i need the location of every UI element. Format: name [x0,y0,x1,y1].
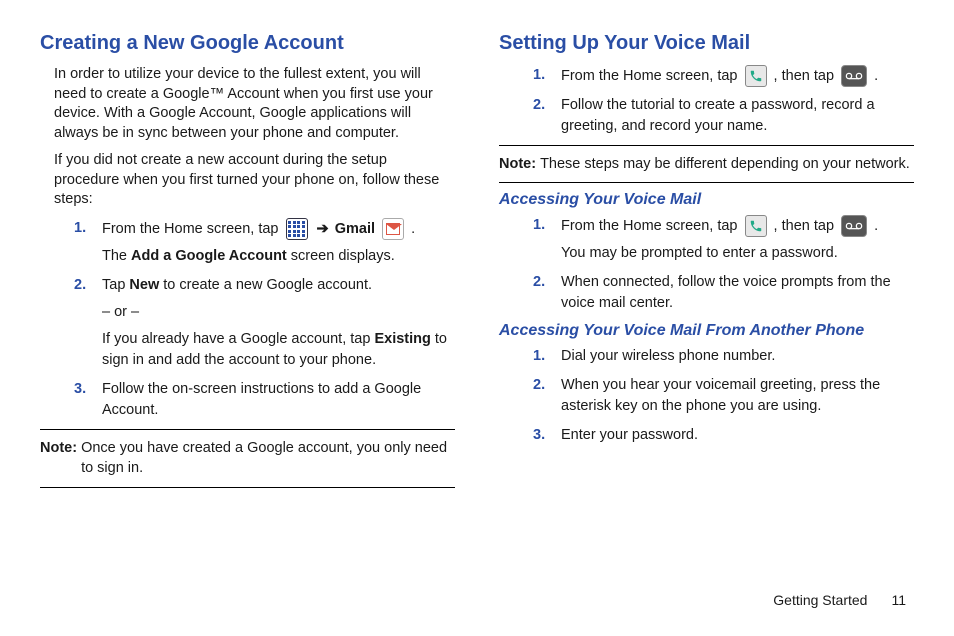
sub-bold: Add a Google Account [131,248,287,264]
arrow-icon: ➔ [317,221,329,237]
step-text: Follow the tutorial to create a password… [561,95,914,137]
phone-icon [745,65,767,87]
sub-text: The [102,248,131,264]
left-column: Creating a New Google Account In order t… [40,32,455,496]
note-create-account: Note: Once you have created a Google acc… [40,438,455,479]
note-label: Note: [40,438,77,479]
step-2: 2. Tap New to create a new Google accoun… [74,275,455,371]
intro-paragraph-2: If you did not create a new account duri… [54,151,455,210]
voicemail-setup-steps: 1. From the Home screen, tap , then tap … [533,65,914,137]
step-text: When connected, follow the voice prompts… [561,272,914,314]
note-label: Note: [499,154,536,174]
step-number: 2. [533,375,557,417]
step-number: 1. [74,218,98,267]
divider [499,145,914,146]
create-account-steps: 1. From the Home screen, tap ➔ Gmail [74,218,455,421]
step-text: When you hear your voicemail greeting, p… [561,375,914,417]
access-vm-steps: 1. From the Home screen, tap , then tap … [533,215,914,314]
step-number: 2. [533,95,557,137]
page-footer: Getting Started 11 [773,592,906,608]
footer-section-label: Getting Started [773,592,867,608]
gmail-label: Gmail [335,221,375,237]
heading-voicemail: Setting Up Your Voice Mail [499,32,914,55]
access-vm-other-steps: 1. Dial your wireless phone number. 2. W… [533,346,914,446]
step-text: Dial your wireless phone number. [561,346,914,367]
step-1: 1. From the Home screen, tap , then tap … [533,65,914,87]
step-number: 2. [74,275,98,371]
subheading-access-vm: Accessing Your Voice Mail [499,191,914,209]
or-separator: – or – [102,302,455,323]
step-post: . [874,68,878,84]
step-mid: , then tap [774,68,839,84]
step-1: 1. From the Home screen, tap , then tap … [533,215,914,264]
intro-paragraph-1: In order to utilize your device to the f… [54,65,455,143]
existing-bold: Existing [374,331,430,347]
step-post2a: If you already have a Google account, ta… [102,331,374,347]
step-number: 2. [533,272,557,314]
right-column: Setting Up Your Voice Mail 1. From the H… [499,32,914,496]
divider [40,429,455,430]
step-text: Follow the on-screen instructions to add… [102,379,455,421]
step-2: 2. When connected, follow the voice prom… [533,272,914,314]
step-1: 1. From the Home screen, tap ➔ Gmail [74,218,455,267]
sub-text: You may be prompted to enter a password. [561,243,914,264]
voicemail-icon [841,215,867,237]
step-pre: From the Home screen, tap [561,68,742,84]
step-3: 3. Enter your password. [533,425,914,446]
apps-icon [286,218,308,240]
note-voicemail: Note: These steps may be different depen… [499,154,914,174]
step-2: 2. When you hear your voicemail greeting… [533,375,914,417]
step-number: 1. [533,65,557,87]
step-mid: , then tap [774,218,839,234]
note-text: These steps may be different depending o… [540,154,914,174]
heading-create-account: Creating a New Google Account [40,32,455,55]
step-post1: to create a new Google account. [159,277,372,293]
step-post: . [874,218,878,234]
step-period: . [411,221,415,237]
gmail-icon [382,218,404,240]
step-number: 1. [533,346,557,367]
divider [499,182,914,183]
new-bold: New [129,277,159,293]
phone-icon [745,215,767,237]
step-pre: From the Home screen, tap [561,218,742,234]
note-text: Once you have created a Google account, … [81,438,455,479]
subheading-access-vm-other: Accessing Your Voice Mail From Another P… [499,322,914,340]
sub-after: screen displays. [287,248,395,264]
step-text: From the Home screen, tap [102,221,283,237]
divider [40,487,455,488]
step-number: 1. [533,215,557,264]
step-2: 2. Follow the tutorial to create a passw… [533,95,914,137]
step-number: 3. [533,425,557,446]
page-number: 11 [891,592,906,608]
step-1: 1. Dial your wireless phone number. [533,346,914,367]
step-text: Enter your password. [561,425,914,446]
step-3: 3. Follow the on-screen instructions to … [74,379,455,421]
step-pre: Tap [102,277,129,293]
voicemail-icon [841,65,867,87]
step-number: 3. [74,379,98,421]
